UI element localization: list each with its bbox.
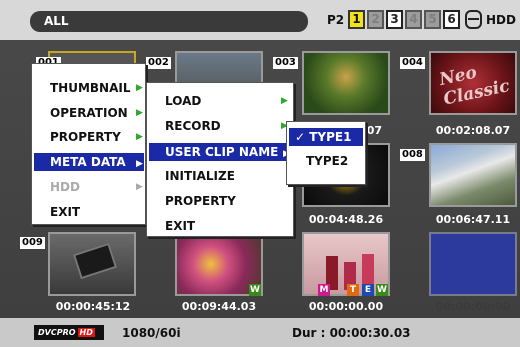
submenu-arrow-icon: ▶ bbox=[136, 108, 143, 118]
card-slot-1: 1 bbox=[348, 10, 365, 29]
clip-thumbnail-008[interactable] bbox=[429, 143, 517, 207]
card-slot-2: 2 bbox=[367, 10, 384, 29]
clip-duration: 00:06:47.11 bbox=[435, 213, 511, 226]
menu-item-label: PROPERTY bbox=[165, 194, 236, 208]
submenu-arrow-icon: ▶ bbox=[136, 83, 143, 93]
checkmark-icon: ✓ bbox=[295, 130, 306, 144]
submenu-arrow-icon: ▶ bbox=[136, 159, 143, 169]
card-slot-4: 4 bbox=[405, 10, 422, 29]
menu-item-hdd[interactable]: HDD ▶ bbox=[50, 180, 143, 194]
menu-item-label: RECORD bbox=[165, 119, 221, 133]
submenu-arrow-icon: ▶ bbox=[136, 182, 143, 192]
clip-thumbnail-screen: ALL P2 1 2 3 4 5 6 HDD 001 002 003 07 Ne… bbox=[0, 0, 520, 347]
menu-item-label: META DATA bbox=[50, 155, 126, 169]
menu-item-meta-data[interactable]: META DATA ▶ bbox=[34, 153, 144, 171]
card-slot-5: 5 bbox=[424, 10, 441, 29]
menu-item-label: USER CLIP NAME bbox=[165, 145, 279, 159]
clip-thumbnail-003[interactable] bbox=[302, 51, 390, 115]
menu-item-exit[interactable]: EXIT bbox=[50, 205, 80, 219]
duration-label: Dur : 00:00:30.03 bbox=[292, 326, 411, 340]
bottom-status-bar: DVCPRO HD 1080/60i Dur : 00:00:30.03 bbox=[0, 318, 520, 347]
menu-item-exit[interactable]: EXIT bbox=[165, 219, 195, 233]
submenu-arrow-icon: ▶ bbox=[281, 96, 288, 106]
metadata-badge-m: M bbox=[318, 284, 330, 296]
codec-hd-label: HD bbox=[77, 328, 95, 337]
menu-item-label: TYPE1 bbox=[309, 130, 352, 144]
clip-number: 008 bbox=[400, 149, 425, 161]
menu-item-property[interactable]: PROPERTY ▶ bbox=[50, 130, 143, 144]
metadata-badge-w: W bbox=[249, 284, 261, 296]
menu-item-initialize[interactable]: INITIALIZE bbox=[165, 169, 235, 183]
hdd-label: HDD bbox=[486, 13, 516, 27]
card-slot-6: 6 bbox=[443, 10, 460, 29]
meta-data-submenu: LOAD ▶ RECORD ▶ USER CLIP NAME ▶ INITIAL… bbox=[146, 82, 294, 237]
codec-label: DVCPRO bbox=[38, 328, 76, 337]
card-slot-3: 3 bbox=[386, 10, 403, 29]
clip-thumbnail-004[interactable]: Neo Classic bbox=[429, 51, 517, 115]
menu-item-label: LOAD bbox=[165, 94, 202, 108]
clip-duration: 00:09:44.03 bbox=[181, 300, 257, 313]
menu-item-type1[interactable]: ✓ TYPE1 bbox=[289, 128, 363, 146]
menu-item-label: THUMBNAIL bbox=[50, 81, 131, 95]
clip-duration: 00:00:00.00 bbox=[308, 300, 384, 313]
clip-number: 009 bbox=[20, 237, 45, 249]
metadata-badge-w: W bbox=[376, 284, 388, 296]
menu-item-load[interactable]: LOAD ▶ bbox=[165, 94, 288, 108]
metadata-badge-e: E bbox=[362, 284, 374, 296]
menu-item-label: EXIT bbox=[50, 205, 81, 219]
clip-duration: 00:04:48.26 bbox=[308, 213, 384, 226]
menu-item-thumbnail[interactable]: THUMBNAIL ▶ bbox=[50, 81, 143, 95]
clip-number: 004 bbox=[400, 57, 425, 69]
clip-duration: 00:00:00:00 bbox=[435, 300, 511, 313]
menu-item-property[interactable]: PROPERTY bbox=[165, 194, 236, 208]
codec-badge: DVCPRO HD bbox=[34, 325, 104, 340]
clip-number: 002 bbox=[146, 57, 171, 69]
clip-duration: 00:02:08.07 bbox=[435, 124, 511, 137]
hdd-icon bbox=[465, 10, 482, 29]
main-menu: THUMBNAIL ▶ OPERATION ▶ PROPERTY ▶ META … bbox=[31, 63, 146, 225]
p2-card-label: P2 bbox=[327, 13, 345, 27]
menu-item-label: TYPE2 bbox=[306, 154, 349, 168]
submenu-arrow-icon: ▶ bbox=[136, 132, 143, 142]
menu-item-label: INITIALIZE bbox=[165, 169, 235, 183]
clip-number: 003 bbox=[273, 57, 298, 69]
metadata-badge-t: T bbox=[347, 284, 359, 296]
menu-item-label: PROPERTY bbox=[50, 130, 121, 144]
clip-thumbnail-009[interactable] bbox=[48, 232, 136, 296]
menu-item-label: EXIT bbox=[165, 219, 196, 233]
clip-thumbnail-012[interactable] bbox=[429, 232, 517, 296]
menu-item-user-clip-name[interactable]: USER CLIP NAME ▶ bbox=[149, 143, 292, 161]
top-status-bar: ALL P2 1 2 3 4 5 6 HDD bbox=[0, 0, 520, 40]
user-clip-name-type-menu: ✓ TYPE1 TYPE2 bbox=[286, 121, 366, 185]
video-format-label: 1080/60i bbox=[122, 326, 181, 340]
menu-item-type2[interactable]: TYPE2 bbox=[306, 154, 348, 168]
menu-item-record[interactable]: RECORD ▶ bbox=[165, 119, 288, 133]
clip-filter-label: ALL bbox=[30, 11, 308, 32]
menu-item-label: HDD bbox=[50, 180, 80, 194]
menu-item-label: OPERATION bbox=[50, 106, 128, 120]
menu-item-operation[interactable]: OPERATION ▶ bbox=[50, 106, 143, 120]
clip-duration: 00:00:45:12 bbox=[55, 300, 131, 313]
